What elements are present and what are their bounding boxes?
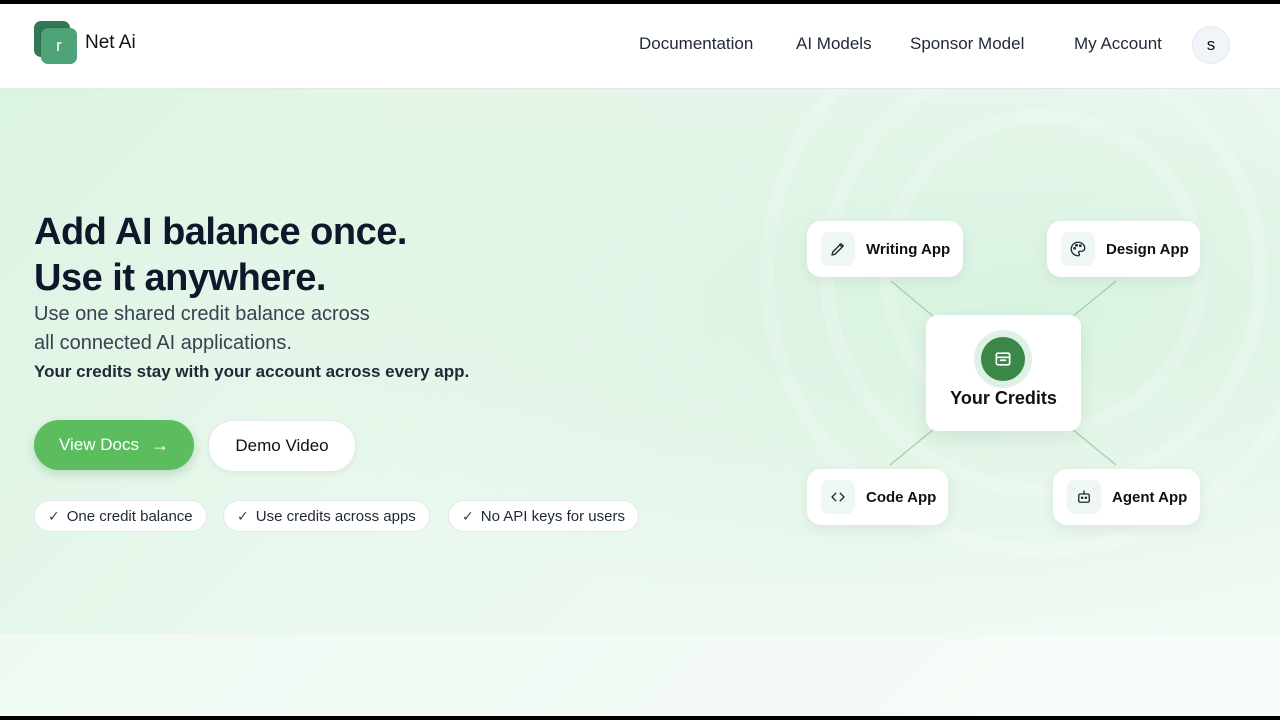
app-label: Code App [866,488,937,506]
brand-name: Net Ai [85,32,136,53]
palette-icon [1061,232,1095,266]
wallet-icon [981,337,1025,381]
logo-letter: r [41,28,77,64]
robot-icon [1067,480,1101,514]
top-navbar: r Net Ai Documentation AI Models Sponsor… [0,4,1280,89]
code-app-card[interactable]: Code App [807,469,948,525]
app-label: Agent App [1112,488,1188,506]
design-app-card[interactable]: Design App [1047,221,1200,277]
logo-mark-icon: r [34,21,78,65]
user-avatar[interactable]: s [1192,26,1230,64]
hero-section: Add AI balance once. Use it anywhere. Us… [0,89,1280,716]
pencil-icon [821,232,855,266]
app-label: Design App [1106,240,1189,258]
nav-documentation[interactable]: Documentation [639,34,753,54]
nav-my-account[interactable]: My Account [1074,34,1162,54]
page-frame: r Net Ai Documentation AI Models Sponsor… [0,4,1280,716]
your-credits-label: Your Credits [950,388,1057,408]
nav-sponsor-model[interactable]: Sponsor Model [910,34,1024,54]
brand-logo[interactable]: r Net Ai [34,21,136,65]
nav-ai-models[interactable]: AI Models [796,34,872,54]
writing-app-card[interactable]: Writing App [807,221,963,277]
your-credits-card: Your Credits [926,315,1081,431]
app-label: Writing App [866,240,951,258]
agent-app-card[interactable]: Agent App [1053,469,1200,525]
code-icon [821,480,855,514]
diagram-connectors [889,280,1117,466]
